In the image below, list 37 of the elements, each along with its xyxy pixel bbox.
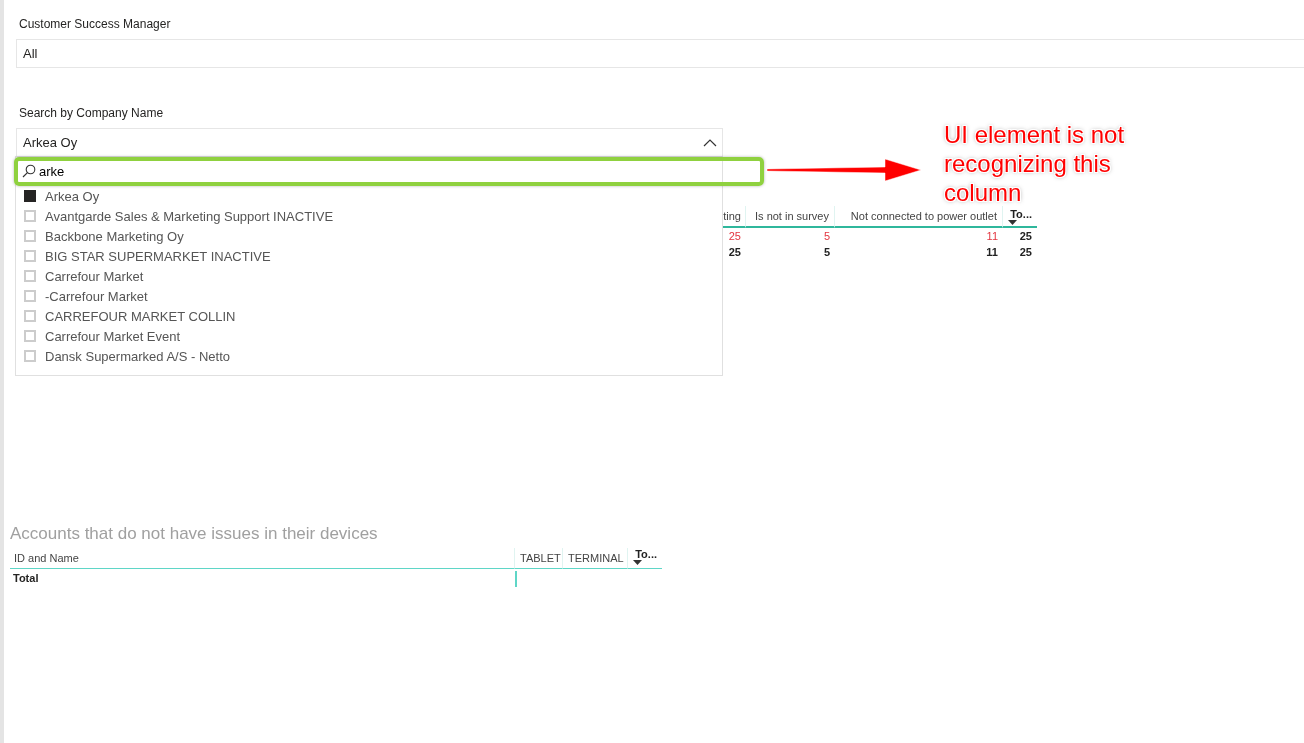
- column-header[interactable]: Not connected to power outlet: [835, 206, 1003, 228]
- table-cell-text: 5: [822, 245, 831, 260]
- annotation-text: UI element is not recognizing this column: [944, 120, 1126, 207]
- table-cell-text: 5: [822, 229, 831, 244]
- sort-icon[interactable]: [1008, 219, 1017, 225]
- option-item[interactable]: Carrefour Market: [24, 266, 722, 286]
- option-item[interactable]: BIG STAR SUPERMARKET INACTIVE: [24, 246, 722, 266]
- table-cell-text: 11: [985, 245, 999, 260]
- filter-label: Customer Success Manager: [19, 17, 172, 31]
- column-header[interactable]: ting: [722, 206, 746, 228]
- column-header[interactable]: TERMINAL: [563, 548, 628, 569]
- checkbox[interactable]: [24, 190, 36, 202]
- option-item[interactable]: Arkea Oy: [24, 186, 722, 206]
- option-item[interactable]: CARREFOUR MARKET COLLIN: [24, 306, 722, 326]
- table-cell-text: 25: [1018, 245, 1033, 260]
- option-item[interactable]: Dansk Supermarked A/S - Netto: [24, 346, 722, 366]
- option-item[interactable]: Carrefour Market Event: [24, 326, 722, 346]
- column-header[interactable]: TABLET: [515, 548, 563, 569]
- table-title: Accounts that do not have issues in their devices: [10, 524, 379, 544]
- option-item[interactable]: Backbone Marketing Oy: [24, 226, 722, 246]
- option-item[interactable]: Avantgarde Sales & Marketing Support INACTIVE: [24, 206, 722, 226]
- filter-label: Search by Company Name: [19, 106, 165, 120]
- column-header[interactable]: ID and Name: [10, 548, 515, 569]
- option-item[interactable]: -Carrefour Market: [24, 286, 722, 306]
- table-cell-text: 25: [727, 229, 742, 244]
- column-header[interactable]: To...: [628, 548, 662, 569]
- table-cell-text: 25: [727, 245, 742, 260]
- table-cell-text: Total: [12, 571, 40, 586]
- column-header[interactable]: Is not in survey: [746, 206, 835, 228]
- chevron-up-icon[interactable]: [703, 137, 717, 148]
- arrow-icon: [767, 158, 921, 182]
- table-cell-text: 11: [985, 229, 999, 244]
- column-header[interactable]: To...: [1003, 206, 1037, 228]
- dropdown-field[interactable]: All: [16, 39, 1304, 68]
- search-icon: [22, 164, 36, 178]
- sort-icon[interactable]: [633, 560, 642, 565]
- table-cell-text: 25: [1018, 229, 1033, 244]
